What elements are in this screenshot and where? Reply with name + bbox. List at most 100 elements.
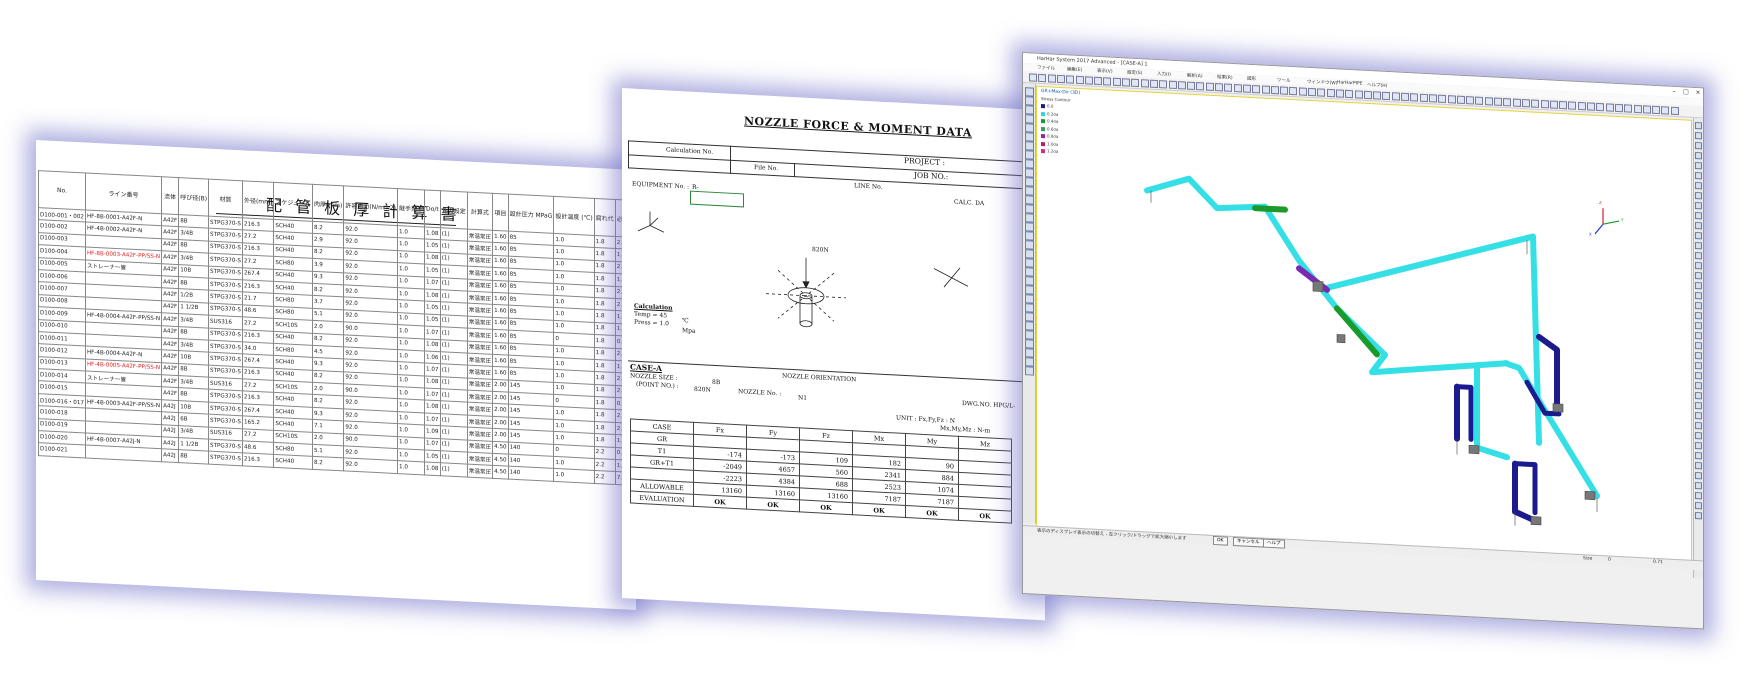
toolbar-tool-icon[interactable]: [1410, 93, 1419, 102]
menu-item[interactable]: ヘルプ(H): [1367, 82, 1387, 89]
cell-sch[interactable]: SCH40: [273, 454, 313, 470]
equipment-input-box[interactable]: [690, 190, 744, 208]
toolbar-tool-icon[interactable]: [1484, 97, 1493, 106]
right-tool-icon[interactable]: [1695, 371, 1702, 380]
cell-dt[interactable]: 1.08: [424, 288, 441, 303]
cell-p[interactable]: 2.00: [492, 428, 509, 442]
left-tool-icon[interactable]: [1025, 213, 1034, 223]
cell-p[interactable]: 1.60: [492, 366, 509, 380]
cell-fluid[interactable]: A42J: [161, 436, 179, 451]
toolbar-tool-icon[interactable]: [1642, 105, 1651, 114]
right-tool-icon[interactable]: [1695, 201, 1702, 210]
right-tool-icon[interactable]: [1695, 161, 1702, 170]
cell-dt[interactable]: 1.08: [424, 226, 441, 241]
cell-tr[interactable]: 1.8: [594, 334, 616, 348]
toolbar-tool-icon[interactable]: [1531, 99, 1540, 108]
cell-fluid[interactable]: A42F: [161, 275, 179, 289]
cell-tr[interactable]: 1.8: [594, 272, 616, 287]
toolbar-tool-icon[interactable]: [1494, 97, 1502, 106]
cell-fluid[interactable]: A42F: [161, 288, 179, 302]
cancel-button[interactable]: キャンセル: [1233, 536, 1264, 548]
toolbar-tool-icon[interactable]: [1131, 78, 1140, 88]
right-tool-icon[interactable]: [1695, 321, 1702, 330]
cell-tr[interactable]: 1.8: [594, 346, 616, 361]
toolbar-tool-icon[interactable]: [1122, 78, 1130, 87]
cell-fluid[interactable]: A42J: [161, 412, 179, 426]
cell-tr[interactable]: 1.8: [594, 433, 616, 448]
toolbar-tool-icon[interactable]: [1242, 84, 1251, 93]
cell-tr[interactable]: 2.2: [594, 446, 616, 460]
toolbar-tool-icon[interactable]: [1428, 94, 1437, 103]
toolbar-tool-icon[interactable]: [1456, 95, 1465, 105]
left-tool-icon[interactable]: [1025, 258, 1034, 268]
cell-p[interactable]: 1.60: [492, 341, 509, 356]
toolbar-tool-icon[interactable]: [1559, 100, 1568, 110]
toolbar-tool-icon[interactable]: [1577, 101, 1586, 111]
menu-item[interactable]: 入力(I): [1157, 71, 1171, 78]
cell-dt[interactable]: 1.07: [424, 326, 441, 340]
cell-dt[interactable]: 1.05: [424, 449, 441, 464]
cell-tr[interactable]: 1.8: [594, 359, 616, 373]
cell-tr[interactable]: 2.2: [594, 470, 616, 485]
toolbar-tool-icon[interactable]: [1029, 73, 1037, 82]
toolbar-tool-icon[interactable]: [1335, 89, 1344, 98]
left-tool-icon[interactable]: [1025, 240, 1034, 250]
right-tool-icon[interactable]: [1695, 491, 1702, 500]
toolbar-tool-icon[interactable]: [1177, 81, 1186, 90]
cell-p[interactable]: 2.00: [492, 403, 509, 417]
left-tool-icon[interactable]: [1025, 204, 1034, 214]
cell-dt[interactable]: 1.07: [424, 412, 441, 426]
right-tool-icon[interactable]: [1695, 131, 1702, 140]
left-tool-icon[interactable]: [1025, 168, 1034, 178]
menu-item[interactable]: 結果(R): [1217, 74, 1233, 81]
toolbar-tool-icon[interactable]: [1605, 103, 1614, 112]
right-tool-icon[interactable]: [1695, 331, 1702, 340]
cell-p[interactable]: 1.60: [492, 267, 509, 281]
toolbar-tool-icon[interactable]: [1038, 73, 1047, 83]
cell-dt[interactable]: 1.06: [424, 350, 441, 365]
menu-item[interactable]: ファイル: [1037, 65, 1055, 72]
cell-dt[interactable]: 1.07: [424, 437, 441, 451]
cell-fluid[interactable]: A42F: [161, 325, 179, 339]
cell-tr[interactable]: 1.8: [594, 371, 616, 386]
right-tool-icon[interactable]: [1695, 471, 1702, 480]
left-tool-icon[interactable]: [1025, 321, 1034, 331]
toolbar-tool-icon[interactable]: [1103, 77, 1112, 86]
toolbar-tool-icon[interactable]: [1308, 87, 1316, 97]
toolbar-tool-icon[interactable]: [1066, 75, 1075, 84]
toolbar-tool-icon[interactable]: [1280, 86, 1289, 95]
cell-dt[interactable]: 1.05: [424, 301, 441, 315]
toolbar-tool-icon[interactable]: [1363, 90, 1372, 100]
right-tool-icon[interactable]: [1695, 251, 1702, 260]
right-tool-icon[interactable]: [1695, 361, 1702, 370]
help-button[interactable]: ヘルプ: [1263, 538, 1285, 549]
right-tool-icon[interactable]: [1695, 421, 1702, 430]
cell-p[interactable]: 2.00: [492, 391, 509, 405]
left-tool-icon[interactable]: [1025, 330, 1034, 340]
toolbar-tool-icon[interactable]: [1252, 84, 1261, 94]
right-tool-icon[interactable]: [1695, 281, 1702, 290]
right-tool-icon[interactable]: [1695, 301, 1702, 310]
toolbar-tool-icon[interactable]: [1382, 91, 1391, 101]
toolbar-tool-icon[interactable]: [1345, 89, 1354, 99]
right-tool-icon[interactable]: [1695, 411, 1702, 420]
cell-fluid[interactable]: A42F: [161, 250, 179, 265]
toolbar-tool-icon[interactable]: [1568, 101, 1577, 110]
left-tool-icon[interactable]: [1025, 267, 1034, 277]
left-tool-icon[interactable]: [1025, 186, 1034, 196]
left-tool-icon[interactable]: [1025, 339, 1034, 349]
cell-fluid[interactable]: A42F: [161, 337, 179, 351]
toolbar-tool-icon[interactable]: [1140, 79, 1149, 88]
toolbar-tool-icon[interactable]: [1549, 100, 1558, 109]
toolbar-tool-icon[interactable]: [1075, 75, 1084, 85]
cell-p[interactable]: 1.60: [492, 242, 509, 256]
cell-p[interactable]: 4.50: [492, 453, 509, 467]
cell-fluid[interactable]: A42J: [161, 424, 179, 438]
minimize-icon[interactable]: –: [1669, 88, 1679, 97]
cell-fluid[interactable]: A42F: [161, 387, 179, 401]
left-tool-icon[interactable]: [1025, 114, 1034, 124]
right-tool-icon[interactable]: [1695, 231, 1702, 240]
toolbar-tool-icon[interactable]: [1373, 91, 1382, 100]
right-tool-icon[interactable]: [1695, 501, 1702, 510]
left-tool-icon[interactable]: [1025, 195, 1034, 205]
